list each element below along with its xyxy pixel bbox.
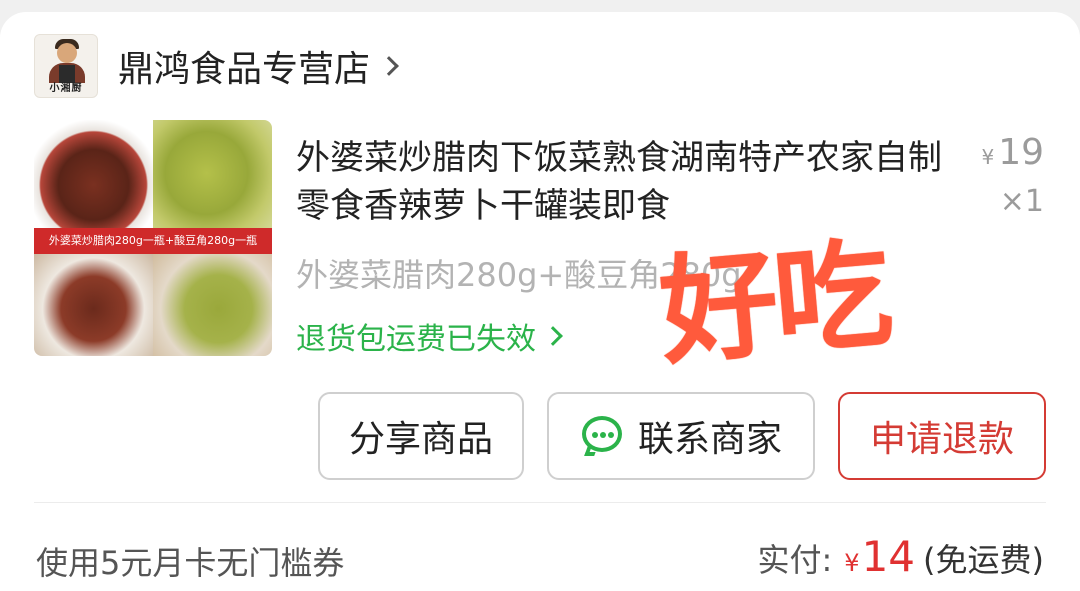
product-image[interactable]: 外婆菜炒腊肉280g一瓶+酸豆角280g一瓶 — [34, 120, 272, 356]
paid-amount: 14 — [861, 532, 916, 581]
order-card: 小湘厨 鼎鸿食品专营店 外婆菜炒腊肉280g一瓶+酸豆角280g一瓶 外婆菜炒腊… — [0, 12, 1080, 591]
return-shipping-link[interactable]: 退货包运费已失效 — [296, 314, 563, 358]
paid-total: 实付: ¥ 14 (免运费) — [757, 532, 1044, 581]
chevron-right-icon[interactable] — [379, 56, 399, 76]
share-product-label: 分享商品 — [348, 419, 493, 460]
return-shipping-label: 退货包运费已失效 — [296, 322, 536, 357]
divider — [34, 502, 1046, 503]
product-photo-cured-meat — [34, 120, 153, 238]
shop-header[interactable]: 小湘厨 鼎鸿食品专营店 — [34, 34, 399, 98]
price-amount: 19 — [998, 132, 1044, 173]
product-photo-bowl — [34, 238, 153, 356]
logo-chef-head — [57, 43, 77, 63]
chevron-right-icon — [543, 326, 563, 346]
share-product-button[interactable]: 分享商品 — [318, 392, 524, 480]
paid-label: 实付: — [757, 541, 833, 579]
product-quantity: ×1 — [999, 184, 1044, 219]
product-photo-pickled-beans — [153, 120, 272, 238]
shipping-note: (免运费) — [923, 541, 1044, 579]
shop-name[interactable]: 鼎鸿食品专营店 — [118, 40, 370, 92]
refund-label: 申请退款 — [869, 419, 1014, 460]
product-photo-beans-bowl — [153, 238, 272, 356]
price-currency: ¥ — [981, 145, 995, 169]
refund-button[interactable]: 申请退款 — [838, 392, 1046, 480]
paid-currency: ¥ — [844, 549, 860, 577]
coupon-text: 使用5元月卡无门槛券 — [36, 544, 345, 582]
logo-text: 小湘厨 — [49, 83, 83, 94]
shop-logo[interactable]: 小湘厨 — [34, 34, 98, 98]
contact-seller-button[interactable]: 联系商家 — [547, 392, 815, 480]
product-image-banner: 外婆菜炒腊肉280g一瓶+酸豆角280g一瓶 — [34, 228, 272, 254]
chat-icon — [580, 414, 624, 458]
product-title[interactable]: 外婆菜炒腊肉下饭菜熟食湖南特产农家自制零食香辣萝卜干罐装即食 — [296, 134, 956, 230]
product-price: ¥19 — [981, 132, 1044, 173]
contact-seller-label: 联系商家 — [637, 419, 782, 460]
sticker-text: 好吃 — [654, 224, 894, 382]
